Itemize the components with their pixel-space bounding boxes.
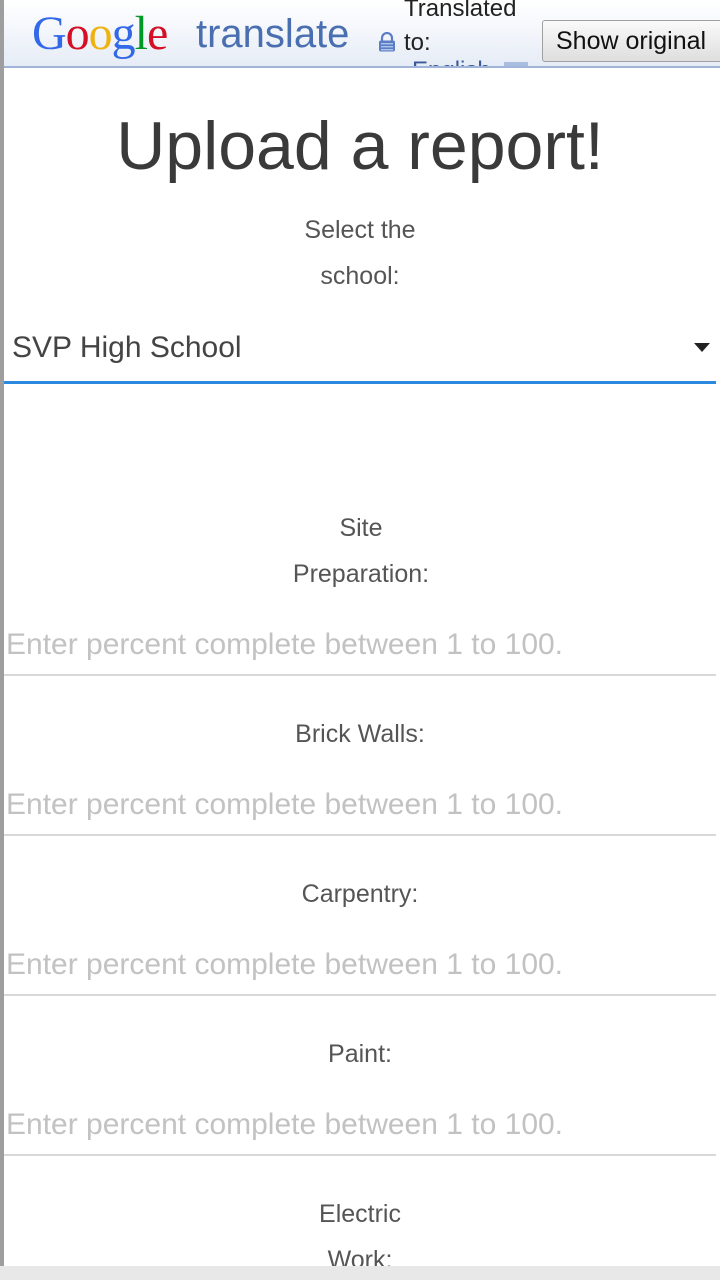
google-logo[interactable]: Google [32, 4, 168, 64]
translated-label: Translated [404, 0, 517, 22]
page: Google translate Translated to: English … [0, 0, 720, 1280]
logo-letter-e: e [147, 7, 168, 60]
paint-label: Paint: [328, 1040, 392, 1068]
electric-work-label-line1: Electric [319, 1200, 401, 1228]
logo-letter-o1: o [65, 7, 90, 60]
to-label: to: [404, 29, 431, 56]
caret-down-icon [694, 343, 710, 352]
language-dropdown-icon[interactable] [504, 62, 528, 66]
brick-walls-input[interactable] [4, 776, 716, 836]
left-edge [0, 0, 4, 1280]
site-preparation-label-line1: Site [339, 514, 383, 542]
site-preparation-label-line2: Preparation: [292, 560, 430, 588]
brick-walls-label: Brick Walls: [295, 720, 425, 748]
school-select-value: SVP High School [12, 331, 242, 364]
page-title: Upload a report! [116, 108, 604, 184]
school-label-line1: Select the [304, 216, 416, 244]
carpentry-input[interactable] [4, 936, 716, 996]
site-preparation-input[interactable] [4, 616, 716, 676]
show-original-button[interactable]: Show original [542, 20, 720, 62]
logo-letter-g: G [32, 7, 67, 60]
school-select[interactable]: SVP High School [4, 320, 716, 384]
logo-letter-o2: o [88, 7, 113, 60]
lock-icon [379, 32, 395, 52]
translate-word: translate [196, 12, 350, 56]
paint-input[interactable] [4, 1096, 716, 1156]
logo-letter-g2: g [111, 7, 136, 60]
bottom-edge [0, 1266, 720, 1280]
logo-letter-l: l [134, 7, 148, 60]
google-translate-bar: Google translate Translated to: English … [0, 0, 720, 68]
school-label-line2: school: [320, 262, 400, 290]
language-link[interactable]: English [412, 58, 491, 67]
carpentry-label: Carpentry: [301, 880, 419, 908]
